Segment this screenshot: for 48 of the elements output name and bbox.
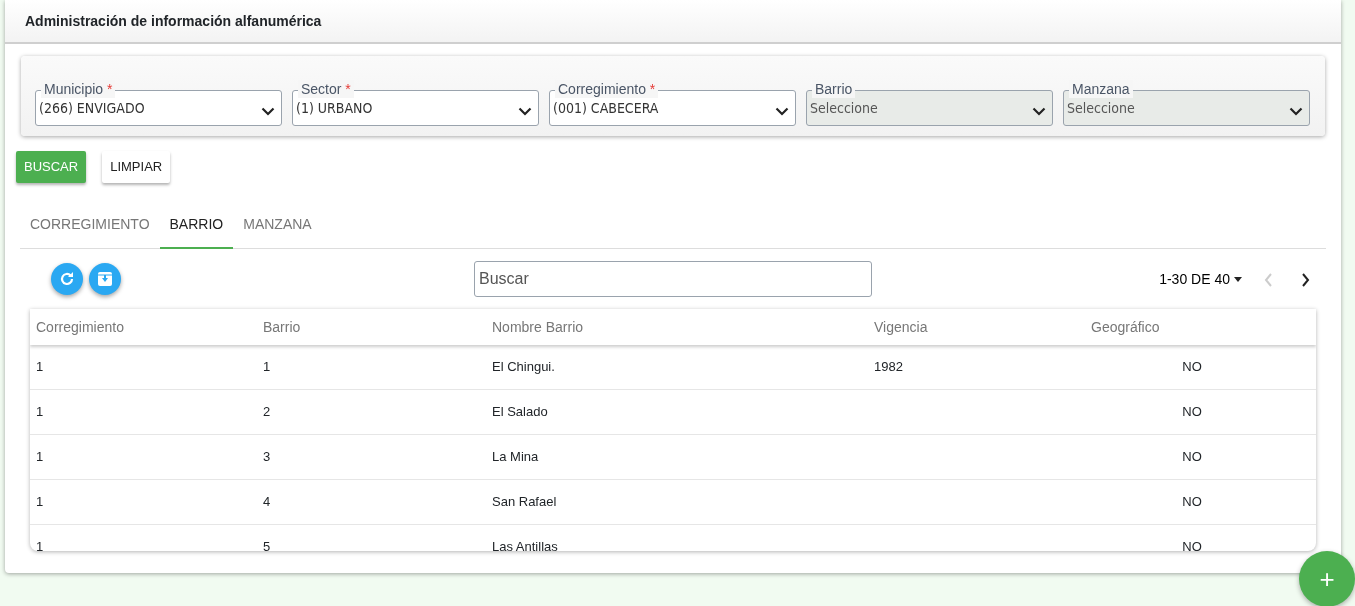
table-cell-text: NO [1181,538,1203,551]
chevron-down-icon [1289,107,1303,116]
table-cell-text: 1 [35,538,45,551]
column-header: Geográfico [1090,317,1161,337]
search-field[interactable]: Buscar [474,261,872,297]
page-size-dropdown[interactable]: 1-30 DE 40 [1159,268,1242,290]
table-cell-text: 1 [35,403,45,422]
clear-button[interactable]: LIMPIAR [102,151,171,183]
chevron-down-icon [775,107,789,116]
chevron-right-icon [1301,272,1310,287]
chevron-down-icon [261,107,275,116]
download-button[interactable] [89,263,121,295]
column-header: Nombre Barrio [491,317,585,337]
column-header: Vigencia [873,317,929,337]
table-cell-text: NO [1181,358,1203,377]
tab[interactable]: BARRIO [159,203,234,249]
tab[interactable]: MANZANA [233,203,322,249]
table-cell-text: 1982 [873,358,904,377]
tab[interactable]: CORREGIMIENTO [20,203,160,249]
chevron-down-icon [1032,107,1046,116]
column-header: Corregimiento [35,317,125,337]
page-title: Administración de información alfanumérica [25,11,322,31]
table-cell-text: 1 [35,358,45,377]
table-cell-text: NO [1181,403,1203,422]
table-cell-text: Las Antillas [491,538,559,551]
table-cell-text: 4 [262,493,272,512]
refresh-icon [58,270,76,288]
chevron-left-icon [1264,272,1273,287]
field-label: Corregimiento * [555,80,659,98]
chevron-down-icon [518,107,532,116]
table-cell-text: 1 [35,493,45,512]
field-label: Barrio [812,80,856,98]
column-header: Barrio [262,317,302,337]
table-cell-text: 3 [262,448,272,467]
table-cell-text: 2 [262,403,272,422]
archive-download-icon [96,270,114,288]
table-cell-text: 1 [262,358,272,377]
caret-icon [1234,276,1242,282]
table-cell-text: La Mina [491,448,540,467]
table-cell-text: 1 [35,448,45,467]
table-cell-text: El Salado [491,403,549,422]
table-cell-text: San Rafael [491,493,558,512]
table-cell-text: NO [1181,493,1203,512]
refresh-button[interactable] [51,263,83,295]
field-label: Municipio * [41,80,116,98]
table-cell-text: El Chingui. [491,358,556,377]
table-cell-text: 5 [262,538,272,551]
table-cell-text: NO [1181,448,1203,467]
